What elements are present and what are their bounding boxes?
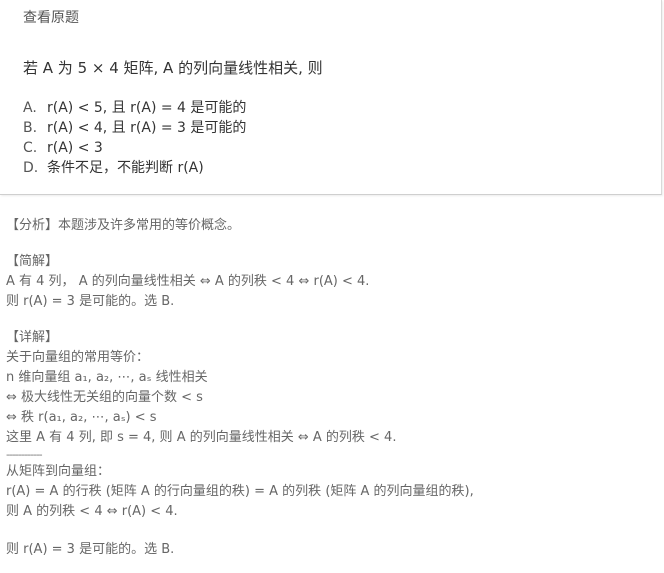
option-letter: B. <box>23 120 38 136</box>
option-text: r(A) < 3 <box>47 140 103 156</box>
brief-solution-line: A 有 4 列， A 的列向量线性相关 ⇔ A 的列秩 < 4 ⇔ r(A) <… <box>6 274 370 289</box>
option-letter: A. <box>23 100 37 116</box>
question-card: 查看原题 若 A 为 5 × 4 矩阵, A 的列向量线性相关, 则 A. r(A… <box>0 0 662 195</box>
option-d: D. 条件不足，不能判断 r(A) <box>23 158 246 178</box>
option-letter: D. <box>23 160 39 176</box>
detailed-solution-line: ⇔ 极大线性无关组的向量个数 < s <box>6 390 203 405</box>
brief-solution-heading: 【简解】 <box>6 254 59 269</box>
analysis-paragraph: 【分析】本题涉及许多常用的等价概念。 <box>6 218 241 233</box>
matrix-line: 从矩阵到向量组： <box>6 464 111 479</box>
option-text: r(A) < 4, 且 r(A) = 3 是可能的 <box>47 120 247 136</box>
matrix-line: r(A) = A 的行秩 (矩阵 A 的行向量组的秩) = A 的列秩 (矩阵 … <box>6 484 474 499</box>
conclusion-line: 则 r(A) = 3 是可能的。选 B. <box>6 542 175 557</box>
option-b: B. r(A) < 4, 且 r(A) = 3 是可能的 <box>23 118 246 138</box>
separator: ------------ <box>6 448 43 461</box>
option-c: C. r(A) < 3 <box>23 138 246 158</box>
detailed-solution-line: 这里 A 有 4 列, 即 s = 4, 则 A 的列向量线性相关 ⇔ A 的列… <box>6 430 397 445</box>
detailed-solution-line: ⇔ 秩 r(a₁, a₂, ⋯, aₛ) < s <box>6 410 157 425</box>
option-text: 条件不足，不能判断 r(A) <box>47 160 204 176</box>
question-text: 若 A 为 5 × 4 矩阵, A 的列向量线性相关, 则 <box>23 59 323 77</box>
options-list: A. r(A) < 5, 且 r(A) = 4 是可能的 B. r(A) < 4, … <box>23 98 246 178</box>
option-a: A. r(A) < 5, 且 r(A) = 4 是可能的 <box>23 98 246 118</box>
detailed-solution-line: 关于向量组的常用等价： <box>6 350 150 365</box>
brief-solution-line: 则 r(A) = 3 是可能的。选 B. <box>6 294 175 309</box>
view-original-question-link[interactable]: 查看原题 <box>23 7 79 27</box>
matrix-line: 则 A 的列秩 < 4 ⇔ r(A) < 4. <box>6 504 178 519</box>
option-text: r(A) < 5, 且 r(A) = 4 是可能的 <box>47 100 247 116</box>
detailed-solution-heading: 【详解】 <box>6 330 59 345</box>
detailed-solution-line: n 维向量组 a₁, a₂, ⋯, aₛ 线性相关 <box>6 370 208 385</box>
solution-section: 【分析】本题涉及许多常用的等价概念。 【简解】 A 有 4 列， A 的列向量线… <box>6 216 474 560</box>
option-letter: C. <box>23 140 38 156</box>
